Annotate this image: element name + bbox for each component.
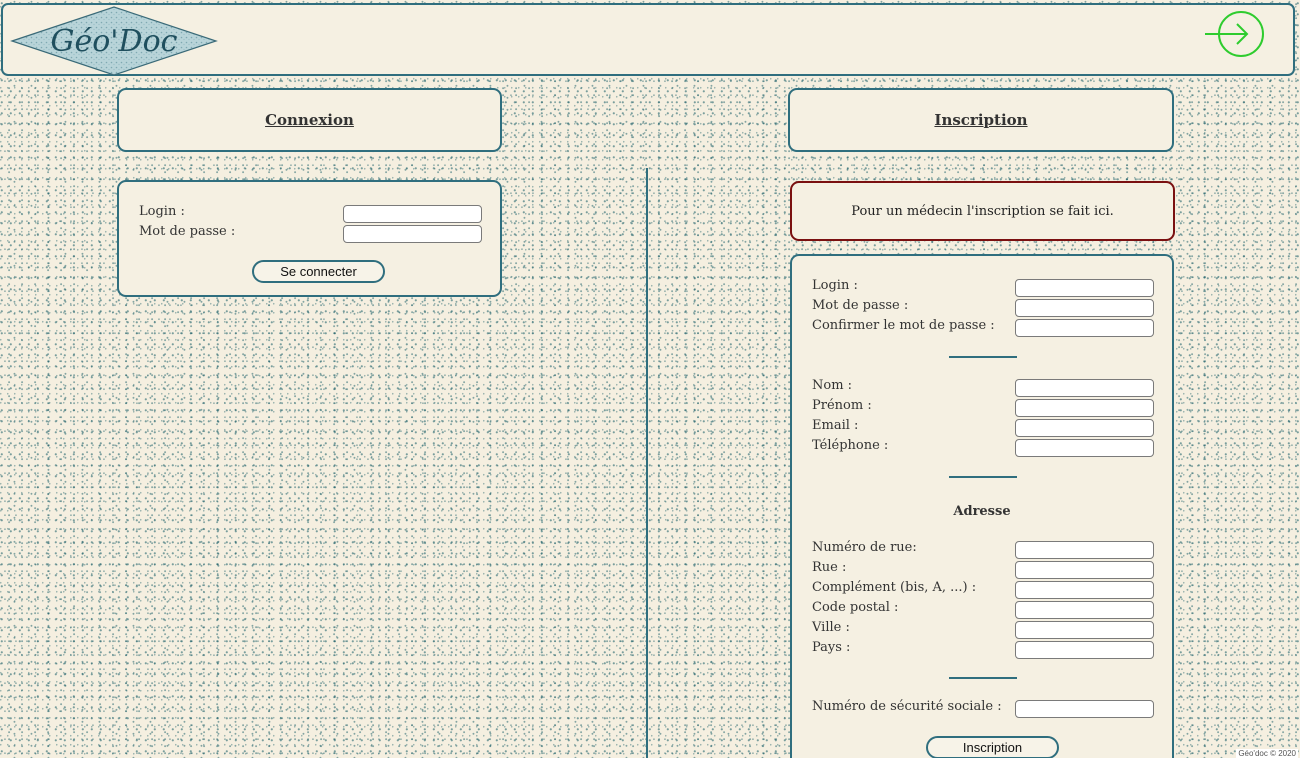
insc-numero-rue-label: Numéro de rue: <box>812 540 917 555</box>
footer-copyright: Géo'doc © 2020 <box>1236 749 1298 758</box>
insc-pays-label: Pays : <box>812 640 851 655</box>
insc-code-postal-input[interactable] <box>1015 601 1154 619</box>
insc-complement-row: Complément (bis, A, ...) : <box>810 578 1154 599</box>
insc-secu-row: Numéro de sécurité sociale : <box>810 697 1154 718</box>
insc-login-label: Login : <box>812 278 858 293</box>
insc-email-label: Email : <box>812 418 859 433</box>
insc-ville-input[interactable] <box>1015 621 1154 639</box>
site-header: Géo'Doc <box>1 3 1295 76</box>
doctor-notice-text: Pour un médecin l'inscription se fait ic… <box>851 203 1114 219</box>
insc-prenom-row: Prénom : <box>810 396 1154 417</box>
insc-password-input[interactable] <box>1015 299 1154 317</box>
doctor-registration-notice[interactable]: Pour un médecin l'inscription se fait ic… <box>790 181 1175 241</box>
insc-complement-label: Complément (bis, A, ...) : <box>812 580 977 595</box>
connexion-title: Connexion <box>265 111 354 129</box>
logo-diamond-icon: Géo'Doc <box>10 6 218 76</box>
se-connecter-button[interactable]: Se connecter <box>252 260 385 283</box>
insc-telephone-input[interactable] <box>1015 439 1154 457</box>
insc-code-postal-row: Code postal : <box>810 598 1154 619</box>
insc-rue-label: Rue : <box>812 560 847 575</box>
insc-email-input[interactable] <box>1015 419 1154 437</box>
insc-secu-label: Numéro de sécurité sociale : <box>812 699 1002 714</box>
insc-pays-input[interactable] <box>1015 641 1154 659</box>
insc-secu-input[interactable] <box>1015 700 1154 718</box>
insc-numero-rue-input[interactable] <box>1015 541 1154 559</box>
connexion-password-input[interactable] <box>343 225 482 243</box>
column-divider <box>646 168 648 758</box>
insc-nom-row: Nom : <box>810 376 1154 397</box>
connexion-login-row: Login : <box>137 202 482 223</box>
connexion-title-panel: Connexion <box>117 88 502 152</box>
insc-pays-row: Pays : <box>810 638 1154 659</box>
insc-prenom-label: Prénom : <box>812 398 872 413</box>
insc-telephone-row: Téléphone : <box>810 436 1154 457</box>
insc-code-postal-label: Code postal : <box>812 600 899 615</box>
insc-email-row: Email : <box>810 416 1154 437</box>
inscription-button[interactable]: Inscription <box>926 736 1059 758</box>
insc-password-label: Mot de passe : <box>812 298 909 313</box>
insc-rue-row: Rue : <box>810 558 1154 579</box>
insc-login-row: Login : <box>810 276 1154 297</box>
insc-confirm-password-label: Confirmer le mot de passe : <box>812 318 995 333</box>
section-divider <box>949 356 1017 358</box>
insc-nom-input[interactable] <box>1015 379 1154 397</box>
login-arrow-icon[interactable] <box>1203 9 1267 57</box>
insc-nom-label: Nom : <box>812 378 853 393</box>
inscription-title: Inscription <box>934 111 1028 129</box>
insc-numero-rue-row: Numéro de rue: <box>810 538 1154 559</box>
adresse-title: Adresse <box>953 504 1011 519</box>
section-divider <box>949 677 1017 679</box>
section-divider <box>949 476 1017 478</box>
connexion-login-label: Login : <box>139 204 185 219</box>
insc-login-input[interactable] <box>1015 279 1154 297</box>
insc-ville-row: Ville : <box>810 618 1154 639</box>
connexion-password-label: Mot de passe : <box>139 224 236 239</box>
insc-telephone-label: Téléphone : <box>812 438 889 453</box>
insc-rue-input[interactable] <box>1015 561 1154 579</box>
inscription-title-panel: Inscription <box>788 88 1174 152</box>
insc-ville-label: Ville : <box>812 620 850 635</box>
connexion-login-input[interactable] <box>343 205 482 223</box>
connexion-password-row: Mot de passe : <box>137 222 482 243</box>
inscription-form: Login : Mot de passe : Confirmer le mot … <box>790 254 1174 758</box>
geodoc-logo[interactable]: Géo'Doc <box>10 6 218 76</box>
insc-confirm-password-input[interactable] <box>1015 319 1154 337</box>
insc-password-row: Mot de passe : <box>810 296 1154 317</box>
insc-complement-input[interactable] <box>1015 581 1154 599</box>
insc-confirm-password-row: Confirmer le mot de passe : <box>810 316 1154 337</box>
connexion-form: Login : Mot de passe : Se connecter <box>117 180 502 297</box>
logo-text: Géo'Doc <box>51 24 178 59</box>
insc-prenom-input[interactable] <box>1015 399 1154 417</box>
